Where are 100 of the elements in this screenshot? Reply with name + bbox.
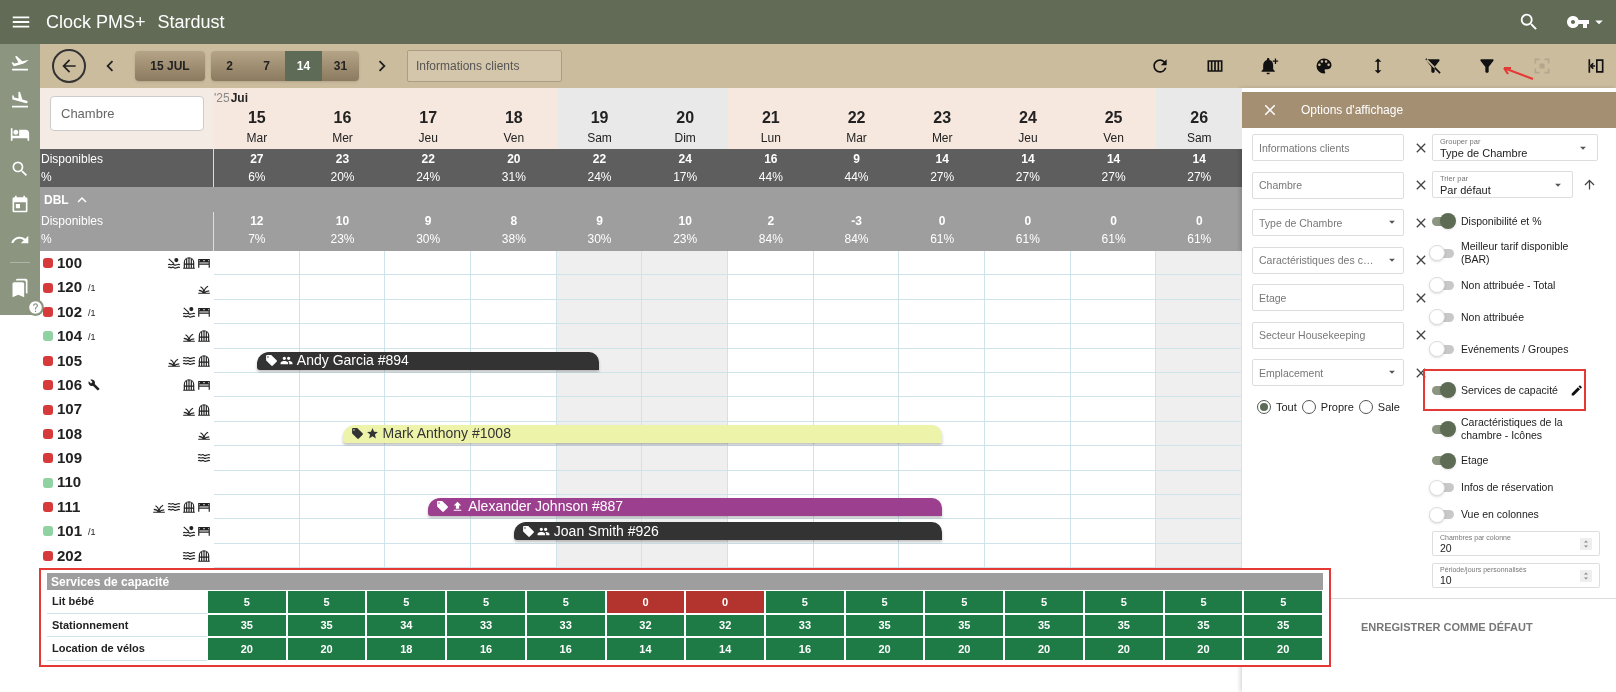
occupancy-percent: 20% <box>330 169 355 186</box>
filter-off-icon[interactable] <box>1422 56 1443 76</box>
timeline-row[interactable] <box>214 543 1242 569</box>
departure-icon[interactable] <box>10 53 30 73</box>
year-label: '25 <box>214 90 230 107</box>
collapse-panel-icon[interactable] <box>1586 56 1606 76</box>
occupancy-percent: 27% <box>1187 169 1212 186</box>
timeline-row[interactable]: Andy Garcia #894 <box>214 348 1242 373</box>
available-count: 14 <box>1021 151 1035 168</box>
service-name: Stationnement <box>52 617 129 633</box>
toggle-switch[interactable] <box>1432 277 1454 293</box>
filter-field[interactable]: Emplacement <box>1252 359 1404 386</box>
weekday-label: Sam <box>1186 130 1212 147</box>
available-count: 0 <box>1110 213 1117 230</box>
room-number[interactable]: 104 <box>57 325 83 348</box>
toggle-switch[interactable] <box>1432 452 1454 469</box>
capacity-cell: 5 <box>366 590 447 614</box>
available-count: 0 <box>938 213 946 230</box>
room-number[interactable]: 100 <box>57 251 83 275</box>
refresh-icon[interactable] <box>1150 56 1170 76</box>
search-icon[interactable] <box>10 159 30 179</box>
capacity-cell: 18 <box>366 637 447 661</box>
capacity-cell: 20 <box>286 637 367 661</box>
capacity-cell: 16 <box>446 637 526 661</box>
toggle-switch[interactable] <box>1432 479 1454 496</box>
timeline-row[interactable]: Alexander Johnson #887 <box>214 494 1242 520</box>
toggle-switch[interactable] <box>1432 506 1454 523</box>
room-number[interactable]: 202 <box>57 544 83 568</box>
range-tab[interactable]: 2 <box>211 51 248 81</box>
room-number[interactable]: 109 <box>57 447 83 470</box>
room-number[interactable]: 102 <box>57 300 83 324</box>
room-number[interactable]: 110 <box>57 471 82 494</box>
toggle-switch[interactable] <box>1432 213 1454 229</box>
day-number: 22 <box>847 108 866 128</box>
room-number[interactable]: 105 <box>57 349 83 372</box>
floor-label: /1 <box>88 331 96 345</box>
bookmarks-icon[interactable] <box>10 278 30 298</box>
room-number[interactable]: 111 <box>57 495 81 519</box>
weekday-label: Ven <box>503 130 525 147</box>
calendar-icon[interactable] <box>10 194 30 214</box>
arrival-icon[interactable] <box>10 90 30 110</box>
available-count: 27 <box>250 151 264 168</box>
weekday-label: Ven <box>1103 130 1124 147</box>
range-tab[interactable]: 31 <box>322 51 359 81</box>
app-title: Clock PMS+ <box>46 10 146 34</box>
booking-bar[interactable]: Alexander Johnson #887 <box>428 497 943 516</box>
percent-label: % <box>41 169 53 186</box>
services-title: Services de capacité <box>51 573 170 591</box>
bed-icon <box>197 256 211 271</box>
room-search-field[interactable]: Chambre <box>50 96 204 131</box>
date-button[interactable]: 15 JUL <box>135 51 205 81</box>
beach-icon <box>167 256 181 271</box>
capacity-cell: 5 <box>1243 590 1324 614</box>
room-number[interactable]: 107 <box>57 398 83 421</box>
room-number[interactable]: 120 <box>57 276 83 299</box>
save-default-button[interactable]: ENREGISTRER COMME DÉFAUT <box>1361 619 1533 636</box>
room-number[interactable]: 106 <box>57 373 83 397</box>
booking-bar[interactable]: Mark Anthony #1008 <box>342 424 943 443</box>
toggle-switch[interactable] <box>1432 341 1454 357</box>
filter-field[interactable]: Caractéristiques des c… <box>1252 246 1404 274</box>
spinner-icon[interactable] <box>1580 537 1592 550</box>
filter-field[interactable]: Type de Chambre <box>1252 209 1404 236</box>
capacity-cell: 20 <box>924 637 1005 661</box>
room-number[interactable]: 101 <box>57 520 83 543</box>
annotation-arrow <box>1501 64 1535 80</box>
range-tab[interactable]: 14 <box>285 51 322 81</box>
dome-icon <box>197 329 211 344</box>
client-search-field[interactable]: Informations clients <box>407 50 562 82</box>
room-number[interactable]: 108 <box>57 422 83 446</box>
timeline-row[interactable]: Joan Smith #926 <box>214 519 1242 544</box>
range-tab[interactable]: 7 <box>248 51 285 81</box>
filter-field[interactable]: Secteur Housekeeping <box>1252 321 1404 349</box>
booking-bar[interactable]: Joan Smith #926 <box>513 522 943 541</box>
sort-direction-icon[interactable] <box>1582 177 1597 192</box>
toggle-label: Caractéristiques de la chambre - Icônes <box>1461 416 1564 442</box>
spinner-icon[interactable] <box>1580 569 1592 582</box>
weekday-label: Mar <box>246 130 268 147</box>
toggle-switch[interactable] <box>1432 309 1454 325</box>
back-button[interactable] <box>52 49 86 83</box>
day-number: 16 <box>333 108 352 128</box>
toggle-switch[interactable] <box>1432 382 1454 398</box>
toggle-label: Services de capacité <box>1461 383 1559 397</box>
filter-field[interactable]: Etage <box>1252 284 1404 311</box>
filter-field[interactable]: Informations clients <box>1252 134 1404 161</box>
filter-field[interactable]: Chambre <box>1252 171 1404 199</box>
search-icon[interactable] <box>1518 11 1540 33</box>
available-count: 16 <box>764 151 778 168</box>
day-number: 20 <box>676 108 695 128</box>
toggle-switch[interactable] <box>1432 421 1454 437</box>
toggle-label: Non attribuée <box>1461 310 1526 324</box>
booking-bar[interactable]: Andy Garcia #894 <box>256 351 600 370</box>
bell-plus-icon[interactable] <box>1259 56 1279 76</box>
day-number: 15 <box>247 108 266 128</box>
bed-icon <box>197 500 211 515</box>
occupancy-percent: 31% <box>501 169 526 186</box>
timeline-row[interactable]: Mark Anthony #1008 <box>214 421 1242 447</box>
available-count: 24 <box>678 151 692 168</box>
help-icon[interactable] <box>28 300 43 315</box>
day-number: 21 <box>761 108 780 128</box>
toggle-switch[interactable] <box>1432 245 1454 261</box>
